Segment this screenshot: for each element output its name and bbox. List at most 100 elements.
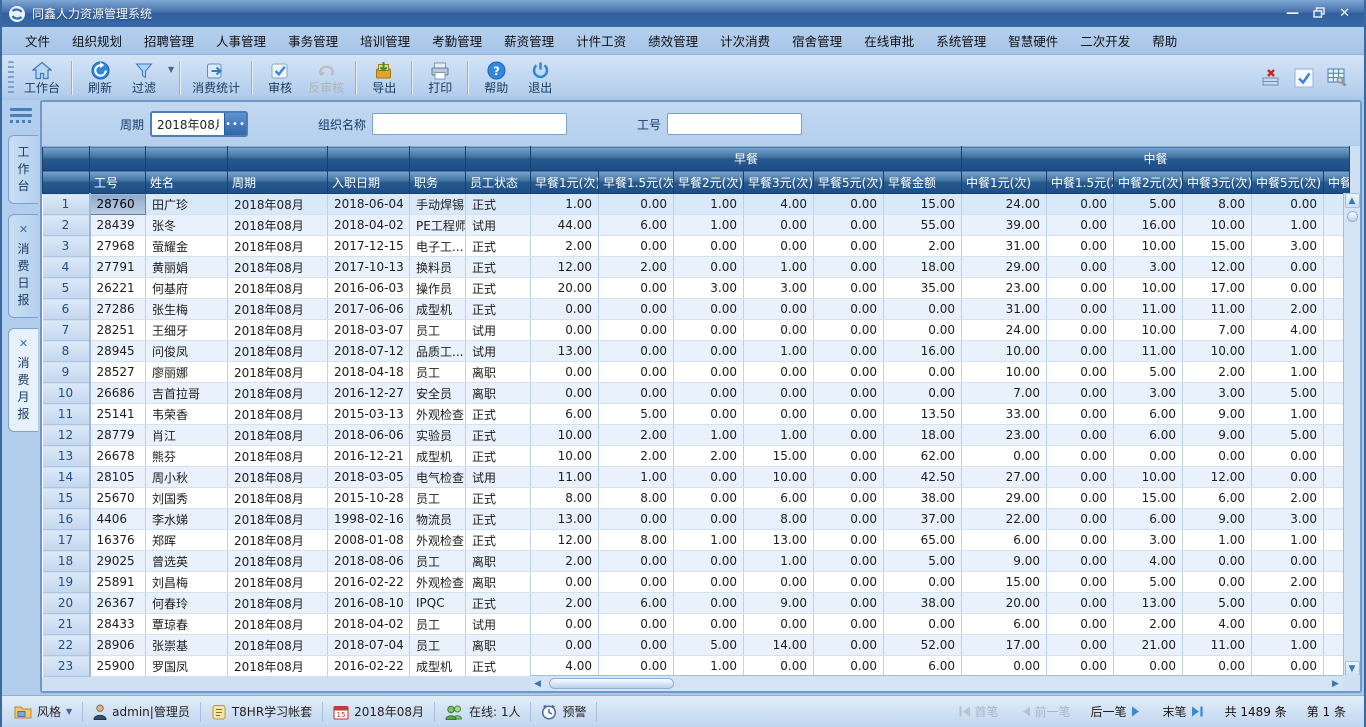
- row-number-cell[interactable]: 17: [43, 530, 90, 551]
- scroll-left-icon[interactable]: ◀: [530, 677, 545, 691]
- exit-button[interactable]: 退出: [518, 59, 562, 97]
- filter-button[interactable]: 过滤: [122, 59, 166, 97]
- status-style[interactable]: 风格▼: [12, 702, 83, 722]
- menu-item[interactable]: 宿舍管理: [781, 31, 853, 50]
- table-row[interactable]: 1125141韦荣香2018年08月2015-03-13外观检查正式6.005.…: [43, 404, 1350, 425]
- scroll-down-icon[interactable]: ▼: [1345, 661, 1360, 676]
- status-alert[interactable]: 预警: [531, 702, 597, 722]
- table-row[interactable]: 327968萤耀金2018年08月2017-12-15电子工...正式2.000…: [43, 236, 1350, 257]
- delete-row-icon[interactable]: [1260, 68, 1282, 88]
- scroll-right-icon[interactable]: ▶: [1328, 677, 1343, 691]
- next-record-button[interactable]: 后一笔: [1083, 703, 1151, 720]
- column-header[interactable]: 早餐5元(次): [814, 171, 884, 194]
- sidebar-tab-consumption-daily[interactable]: ✕消费日报: [8, 214, 38, 318]
- vertical-scrollbar[interactable]: ▲ ▼: [1343, 193, 1360, 676]
- close-icon[interactable]: ✕: [19, 223, 28, 237]
- row-number-cell[interactable]: 19: [43, 572, 90, 593]
- row-number-cell[interactable]: 16: [43, 509, 90, 530]
- row-number-cell[interactable]: 4: [43, 257, 90, 278]
- menu-item[interactable]: 在线审批: [853, 31, 925, 50]
- row-number-cell[interactable]: 10: [43, 383, 90, 404]
- table-row[interactable]: 1925891刘昌梅2018年08月2016-02-22外观检查离职0.000.…: [43, 572, 1350, 593]
- row-number-cell[interactable]: 1: [43, 194, 90, 215]
- table-row[interactable]: 1829025曾选英2018年08月2018-08-06员工离职2.000.00…: [43, 551, 1350, 572]
- table-row[interactable]: 526221何基府2018年08月2016-06-03操作员正式20.000.0…: [43, 278, 1350, 299]
- table-row[interactable]: 2026367何春玲2018年08月2016-08-10IPQC正式2.006.…: [43, 593, 1350, 614]
- column-header[interactable]: 中餐5元(次): [1252, 171, 1324, 194]
- restore-button[interactable]: [1313, 7, 1325, 21]
- chevron-down-icon[interactable]: ▼: [66, 707, 72, 716]
- row-number-cell[interactable]: 11: [43, 404, 90, 425]
- menu-item[interactable]: 事务管理: [277, 31, 349, 50]
- horizontal-scrollbar[interactable]: ◀ ▶: [530, 675, 1343, 691]
- row-number-cell[interactable]: 21: [43, 614, 90, 635]
- table-row[interactable]: 427791黄丽娟2018年08月2017-10-13换料员正式12.002.0…: [43, 257, 1350, 278]
- table-row[interactable]: 2128433覃琼春2018年08月2018-04-02员工试用0.000.00…: [43, 614, 1350, 635]
- audit-button[interactable]: 审核: [258, 59, 302, 97]
- table-settings-icon[interactable]: [1326, 67, 1348, 88]
- minimize-button[interactable]: —: [1286, 7, 1299, 20]
- column-header[interactable]: 姓名: [146, 171, 228, 194]
- employee-no-input[interactable]: [667, 113, 802, 135]
- sidebar-tab-consumption-monthly[interactable]: ✕消费月报: [8, 328, 38, 432]
- menu-item[interactable]: 文件: [14, 31, 61, 50]
- table-row[interactable]: 2325900罗国凤2018年08月2016-02-22成型机正式4.000.0…: [43, 656, 1350, 677]
- table-row[interactable]: 728251王细牙2018年08月2018-03-07员工试用0.000.000…: [43, 320, 1350, 341]
- sidebar-tab-workbench[interactable]: 工作台: [8, 135, 38, 204]
- row-number-cell[interactable]: 18: [43, 551, 90, 572]
- table-row[interactable]: 2228906张崇基2018年08月2018-07-04员工离职0.000.00…: [43, 635, 1350, 656]
- column-header[interactable]: 早餐2元(次): [674, 171, 744, 194]
- print-button[interactable]: 打印: [418, 59, 462, 97]
- column-header[interactable]: 早餐金额: [884, 171, 962, 194]
- column-header[interactable]: 员工状态: [466, 171, 531, 194]
- menu-item[interactable]: 二次开发: [1069, 31, 1141, 50]
- table-row[interactable]: 1428105周小秋2018年08月2018-03-05电气检查试用11.001…: [43, 467, 1350, 488]
- column-header[interactable]: 中餐1.5元(次): [1047, 171, 1114, 194]
- column-header[interactable]: 早餐3元(次): [744, 171, 814, 194]
- table-row[interactable]: 164406李水娣2018年08月1998-02-16物流员正式13.000.0…: [43, 509, 1350, 530]
- row-number-cell[interactable]: 14: [43, 467, 90, 488]
- chevron-down-icon[interactable]: ▼: [168, 65, 174, 74]
- table-row[interactable]: 627286张生梅2018年08月2017-06-06成型机正式0.000.00…: [43, 299, 1350, 320]
- help-button[interactable]: ?帮助: [474, 59, 518, 97]
- row-number-cell[interactable]: 23: [43, 656, 90, 677]
- row-number-cell[interactable]: 13: [43, 446, 90, 467]
- table-row[interactable]: 128760田广珍2018年08月2018-06-04手动焊锡正式1.000.0…: [43, 194, 1350, 215]
- period-picker-button[interactable]: •••: [224, 113, 246, 135]
- column-header[interactable]: 早餐1元(次): [531, 171, 599, 194]
- close-button[interactable]: ✕: [1339, 7, 1350, 20]
- row-number-cell[interactable]: 9: [43, 362, 90, 383]
- column-header[interactable]: 中餐3元(次): [1183, 171, 1252, 194]
- row-number-cell[interactable]: 5: [43, 278, 90, 299]
- row-number-cell[interactable]: 12: [43, 425, 90, 446]
- row-number-cell[interactable]: 2: [43, 215, 90, 236]
- table-row[interactable]: 1525670刘国秀2018年08月2015-10-28员工正式8.008.00…: [43, 488, 1350, 509]
- table-row[interactable]: 1326678熊芬2018年08月2016-12-21成型机正式10.002.0…: [43, 446, 1350, 467]
- menu-item[interactable]: 绩效管理: [637, 31, 709, 50]
- table-row[interactable]: 828945问俊凤2018年08月2018-07-12品质工...试用13.00…: [43, 341, 1350, 362]
- menu-item[interactable]: 培训管理: [349, 31, 421, 50]
- menu-item[interactable]: 计次消费: [709, 31, 781, 50]
- column-header[interactable]: 中餐1元(次): [962, 171, 1047, 194]
- column-header[interactable]: 周期: [228, 171, 328, 194]
- menu-item[interactable]: 计件工资: [565, 31, 637, 50]
- horizontal-scroll-thumb[interactable]: [549, 678, 674, 689]
- menu-item[interactable]: 考勤管理: [421, 31, 493, 50]
- menu-item[interactable]: 系统管理: [925, 31, 997, 50]
- org-name-input[interactable]: [372, 113, 567, 135]
- row-number-cell[interactable]: 22: [43, 635, 90, 656]
- row-number-cell[interactable]: 8: [43, 341, 90, 362]
- approve-icon[interactable]: [1294, 68, 1314, 88]
- table-row[interactable]: 1716376郑晖2018年08月2008-01-08外观检查正式12.008.…: [43, 530, 1350, 551]
- table-row[interactable]: 1026686吉首拉哥2018年08月2016-12-27安全员离职0.000.…: [43, 383, 1350, 404]
- panel-menu-icon[interactable]: [10, 108, 32, 123]
- row-number-cell[interactable]: 3: [43, 236, 90, 257]
- refresh-button[interactable]: 刷新: [78, 59, 122, 97]
- row-number-cell[interactable]: 15: [43, 488, 90, 509]
- close-icon[interactable]: ✕: [19, 337, 28, 351]
- menu-item[interactable]: 组织规划: [61, 31, 133, 50]
- column-header[interactable]: 工号: [90, 171, 146, 194]
- vertical-scroll-thumb[interactable]: [1347, 211, 1358, 222]
- row-number-cell[interactable]: 20: [43, 593, 90, 614]
- menu-item[interactable]: 薪资管理: [493, 31, 565, 50]
